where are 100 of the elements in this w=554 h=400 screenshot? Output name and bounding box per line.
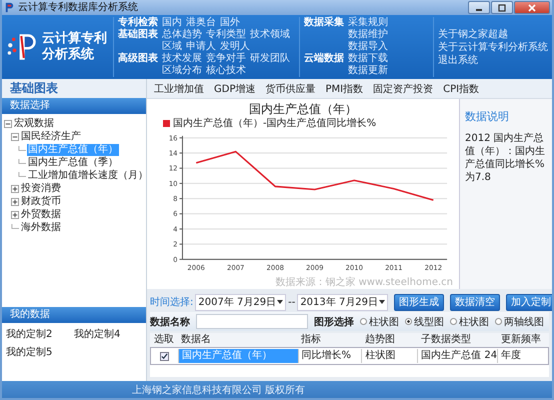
menu-link[interactable]: 技术领域 xyxy=(250,29,290,41)
range-separator: -- xyxy=(288,296,296,308)
tab[interactable]: 货币供应量 xyxy=(264,82,316,96)
expander-icon[interactable] xyxy=(4,120,12,128)
action-button[interactable]: 图形生成 xyxy=(394,294,444,310)
checkbox[interactable] xyxy=(160,352,169,360)
tree-item[interactable]: 工业增加值增长速度（月） xyxy=(27,170,149,182)
menu-link[interactable]: 区域 xyxy=(162,41,182,53)
info-title: 数据说明 xyxy=(465,109,510,124)
menu-link[interactable]: 专利类型 xyxy=(206,29,246,41)
chart-title: 国内生产总值（年） xyxy=(249,101,357,117)
chart-type-radio[interactable]: 柱状图 xyxy=(450,314,489,328)
date-picker[interactable]: 2013年 7月29日 xyxy=(297,294,388,310)
menu-link[interactable]: 港奥台 xyxy=(186,17,216,29)
chart-type-radio[interactable]: 柱状图 xyxy=(360,314,399,328)
expander-icon[interactable] xyxy=(11,184,19,192)
menu-link[interactable]: 总体趋势 xyxy=(162,29,202,41)
tree-item[interactable]: 投资消费 xyxy=(20,182,62,194)
column-header: 子数据类型 xyxy=(420,333,472,347)
menu-link[interactable]: 国外 xyxy=(220,17,240,29)
tab[interactable]: GDP增速 xyxy=(213,82,256,96)
menu-group-label: 云端数据 xyxy=(304,53,344,66)
menu-link[interactable]: 国内 xyxy=(162,17,182,29)
tab[interactable]: 工业增加值 xyxy=(153,82,205,96)
about-link[interactable]: 退出系统 xyxy=(438,54,548,66)
table-cell: 柱状图 xyxy=(362,349,418,363)
legend-swatch xyxy=(163,120,170,127)
action-button[interactable]: 数据清空 xyxy=(450,294,500,310)
info-text: 2012 国内生产总值（年）：国内生产总值同比增长%为7.8 xyxy=(465,132,546,184)
section-header: 数据选择 xyxy=(2,98,146,114)
sidebar-title: 基础图表 xyxy=(2,79,146,98)
table-cell: 同比增长% xyxy=(298,349,362,363)
expander-icon[interactable] xyxy=(11,210,19,218)
menu-link[interactable]: 申请人 xyxy=(186,41,216,53)
time-label: 时间选择: xyxy=(150,296,194,309)
logo-text: 分析系统 xyxy=(42,47,95,63)
menu-group-label: 数据采集 xyxy=(304,17,344,30)
tree-item[interactable]: 国内生产总值（年） xyxy=(27,144,119,156)
close-button[interactable] xyxy=(514,1,550,14)
custom-data-link[interactable]: 我的定制5 xyxy=(6,345,74,359)
column-header: 更新频率 xyxy=(500,333,542,347)
legend-label: 国内生产总值（年）-国内生产总值同比增长% xyxy=(173,117,376,130)
data-name-field[interactable] xyxy=(196,314,308,329)
tree-line-icon xyxy=(11,224,19,232)
table-cell: 国内生产总值（年） xyxy=(178,349,299,363)
menu-link[interactable]: 技术发展 xyxy=(162,53,202,65)
minimize-button[interactable] xyxy=(468,1,490,14)
section-header: 我的数据 xyxy=(2,307,146,323)
tree-item[interactable]: 国内生产总值（季） xyxy=(27,156,119,168)
tab[interactable]: CPI指数 xyxy=(442,82,480,96)
tree-item[interactable]: 外贸数据 xyxy=(20,208,62,220)
menu-group-label: 基础图表 xyxy=(118,29,158,42)
footer-text: 上海钢之家信息科技有限公司 版权所有 xyxy=(132,384,306,396)
menu-link[interactable]: 核心技术 xyxy=(206,65,246,77)
menu-link[interactable]: 数据更新 xyxy=(348,65,388,77)
tree-line-icon xyxy=(18,158,26,166)
tree-item[interactable]: 海外数据 xyxy=(20,222,62,234)
maximize-icon xyxy=(497,4,507,12)
table-cell-text: 年度 xyxy=(500,349,522,363)
menu-link[interactable]: 区域分布 xyxy=(162,65,202,77)
tree-item[interactable]: 财政货币 xyxy=(20,196,62,208)
date-picker[interactable]: 2007年 7月29日 xyxy=(195,294,286,310)
menu-link[interactable]: 数据导入 xyxy=(348,41,388,53)
tab[interactable]: 固定资产投资 xyxy=(372,82,434,96)
table-cell: 国内生产总值 24 xyxy=(418,349,498,363)
data-name-label: 数据名称 xyxy=(150,316,190,328)
menu-link[interactable]: 数据下载 xyxy=(348,53,388,65)
expander-icon[interactable] xyxy=(11,198,19,206)
logo-text: 云计算专利 xyxy=(42,31,107,46)
chart-type-label: 图形选择 xyxy=(314,316,354,328)
column-header: 指标 xyxy=(300,333,322,347)
column-header: 数据名 xyxy=(180,333,212,347)
menu-group-label: 专利检索 xyxy=(118,17,158,28)
caret-icon xyxy=(379,300,386,304)
tab[interactable]: PMI指数 xyxy=(324,82,364,96)
tree-item[interactable]: 宏观数据 xyxy=(13,118,55,130)
menu-link[interactable]: 采集规则 xyxy=(348,17,388,29)
tree-line-icon xyxy=(18,146,26,154)
app-icon xyxy=(4,2,15,13)
tree-item[interactable]: 国民经济生产 xyxy=(20,130,82,142)
menu-link[interactable]: 竞争对手 xyxy=(206,53,246,65)
menu-link[interactable]: 研发团队 xyxy=(250,53,290,65)
tree-line-icon xyxy=(18,172,26,180)
action-button[interactable]: 加入定制 xyxy=(506,294,552,310)
custom-data-link[interactable]: 我的定制2 xyxy=(6,327,74,341)
window-title: 云计算专利数据库分析系统 xyxy=(18,2,138,14)
chart-type-radio[interactable]: 线型图 xyxy=(405,314,444,328)
about-link[interactable]: 关于云计算专利分析系统 xyxy=(438,40,548,54)
menu-link[interactable]: 数据维护 xyxy=(348,29,388,41)
maximize-button[interactable] xyxy=(491,1,513,14)
menu-group-label: 高级图表 xyxy=(118,53,158,66)
column-header: 趋势图 xyxy=(364,333,396,347)
close-icon xyxy=(527,4,537,12)
custom-data-link[interactable]: 我的定制4 xyxy=(74,327,142,341)
chart-type-radio[interactable]: 两轴线图 xyxy=(495,314,544,328)
menu-link[interactable]: 发明人 xyxy=(220,41,250,53)
data-source-note: 数据来源：钢之家 www.steelhome.cn xyxy=(275,277,454,289)
about-link[interactable]: 关于钢之家超越 xyxy=(438,28,548,40)
caret-icon xyxy=(277,300,284,304)
expander-icon[interactable] xyxy=(11,132,19,140)
